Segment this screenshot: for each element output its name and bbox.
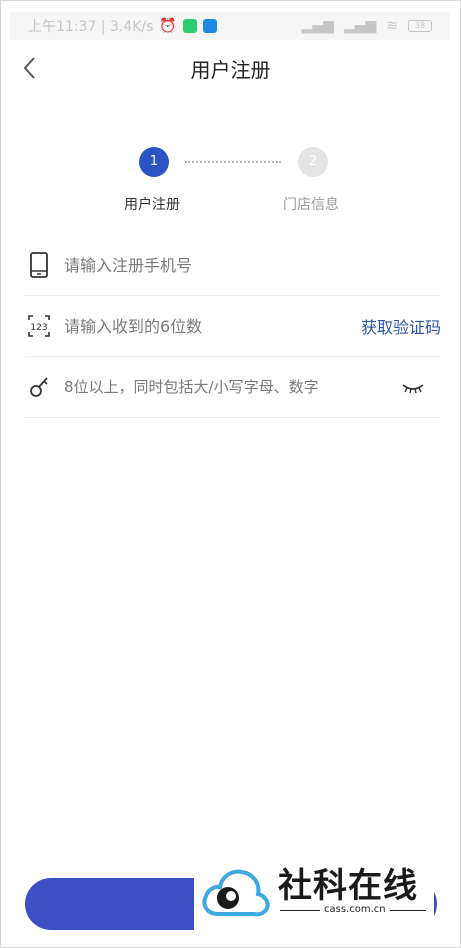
alarm-icon: ⏰: [159, 18, 177, 34]
phone-icon: [27, 252, 51, 278]
watermark: 社科在线 cass.com.cn: [194, 856, 434, 932]
step-1-label: 用户注册: [124, 197, 180, 213]
step-indicator: 1 2 用户注册 门店信息: [0, 146, 461, 216]
step-connector: [185, 161, 281, 163]
watermark-domain: cass.com.cn: [320, 904, 390, 915]
password-row: [25, 357, 441, 418]
signal-icon-2: ▂▄▆: [343, 18, 377, 34]
chevron-left-icon: [23, 57, 35, 79]
cloud-logo-icon: [202, 869, 270, 917]
get-code-button[interactable]: 获取验证码: [361, 314, 441, 338]
phone-row: [25, 235, 441, 296]
battery-icon: 38: [408, 20, 432, 32]
step-2-label: 门店信息: [283, 197, 339, 213]
phone-input[interactable]: [64, 255, 441, 275]
back-button[interactable]: [20, 54, 44, 82]
wifi-icon: ≋: [386, 18, 398, 34]
page-title: 用户注册: [190, 57, 271, 82]
key-icon: [27, 374, 51, 400]
wechat-icon: [182, 19, 197, 33]
watermark-title: 社科在线: [278, 866, 418, 906]
screen-frame: [0, 0, 461, 948]
alipay-icon: [202, 19, 217, 33]
eye-closed-icon[interactable]: [401, 379, 425, 395]
password-input[interactable]: [64, 378, 401, 396]
status-bar: 上午11:37 | 3.4K/s ⏰ ▂▄▆ ▂▄▆ ≋ 38: [10, 12, 450, 40]
step-2-circle: 2: [298, 147, 328, 177]
step-1-circle: 1: [139, 147, 169, 177]
code-row: 123 获取验证码: [25, 296, 441, 357]
registration-form: 123 获取验证码: [25, 235, 441, 418]
header: 用户注册: [0, 48, 461, 88]
svg-text:123: 123: [30, 323, 47, 333]
signal-icon: ▂▄▆: [301, 18, 334, 34]
status-time-speed: 上午11:37 | 3.4K/s: [28, 19, 154, 35]
verification-code-input[interactable]: [64, 316, 361, 336]
code-icon: 123: [27, 313, 51, 339]
